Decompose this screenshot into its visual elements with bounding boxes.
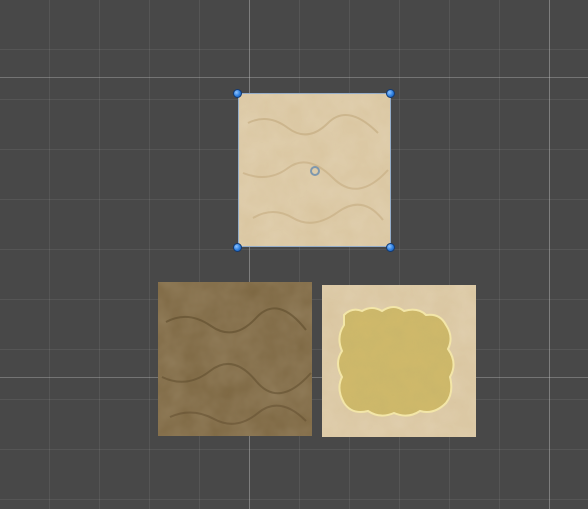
- scene-viewport[interactable]: [0, 0, 588, 509]
- grid-axis-horizontal-top: [0, 77, 588, 78]
- resize-handle-bottom-right-icon[interactable]: [386, 243, 395, 252]
- resize-handle-bottom-left-icon[interactable]: [233, 243, 242, 252]
- sand-texture-gold-patch: [322, 285, 476, 437]
- sand-sprite-with-gold-patch[interactable]: [322, 285, 476, 437]
- resize-handle-top-right-icon[interactable]: [386, 89, 395, 98]
- pivot-circle-icon[interactable]: [310, 166, 320, 176]
- sand-texture-dark: [158, 282, 312, 436]
- resize-handle-top-left-icon[interactable]: [233, 89, 242, 98]
- grid-axis-vertical-right: [549, 0, 550, 509]
- sand-sprite-dark[interactable]: [158, 282, 312, 436]
